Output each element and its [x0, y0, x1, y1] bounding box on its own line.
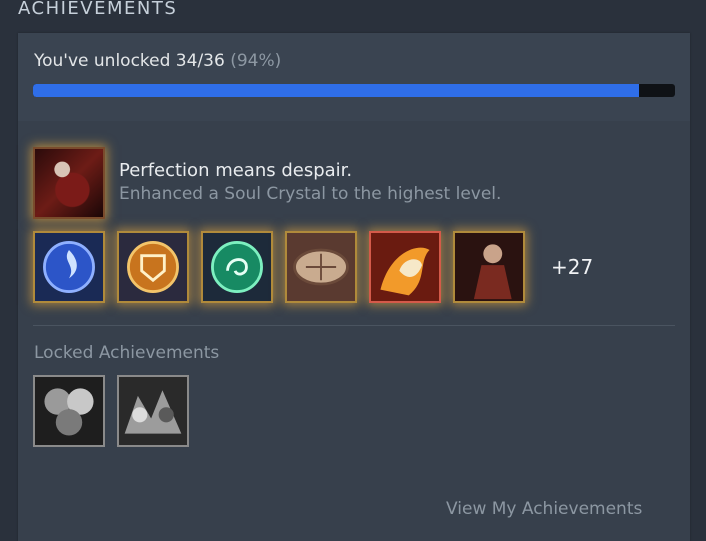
achievements-panel: You've unlocked 34/36 (94%) Perfection m… [18, 33, 690, 541]
gold-shield-orb-icon[interactable] [117, 231, 189, 303]
red-cloaked-warrior-icon[interactable] [33, 147, 105, 219]
section-title: ACHIEVEMENTS [18, 0, 178, 19]
progress-text: You've unlocked 34/36 (94%) [34, 51, 281, 71]
blue-flame-orb-icon[interactable] [33, 231, 105, 303]
progress-unlocked: You've unlocked 34/36 [34, 51, 225, 71]
green-swirl-orb-icon[interactable] [201, 231, 273, 303]
featured-achievement-description: Enhanced a Soul Crystal to the highest l… [119, 184, 502, 204]
section-divider [33, 325, 675, 326]
progress-bar-fill [33, 84, 640, 97]
locked-battle-scene-icon[interactable] [117, 375, 189, 447]
fire-mask-icon[interactable] [369, 231, 441, 303]
stone-relic-icon[interactable] [285, 231, 357, 303]
progress-bar [33, 84, 675, 97]
locked-orbs-icon[interactable] [33, 375, 105, 447]
progress-percent: (94%) [230, 51, 282, 71]
warrior-portrait-icon[interactable] [453, 231, 525, 303]
progress-header: You've unlocked 34/36 (94%) [18, 33, 690, 121]
more-achievements-count[interactable]: +27 [551, 255, 593, 279]
featured-achievement-title: Perfection means despair. [119, 160, 353, 181]
view-my-achievements-link[interactable]: View My Achievements [446, 499, 642, 519]
locked-achievements-label: Locked Achievements [34, 343, 220, 363]
